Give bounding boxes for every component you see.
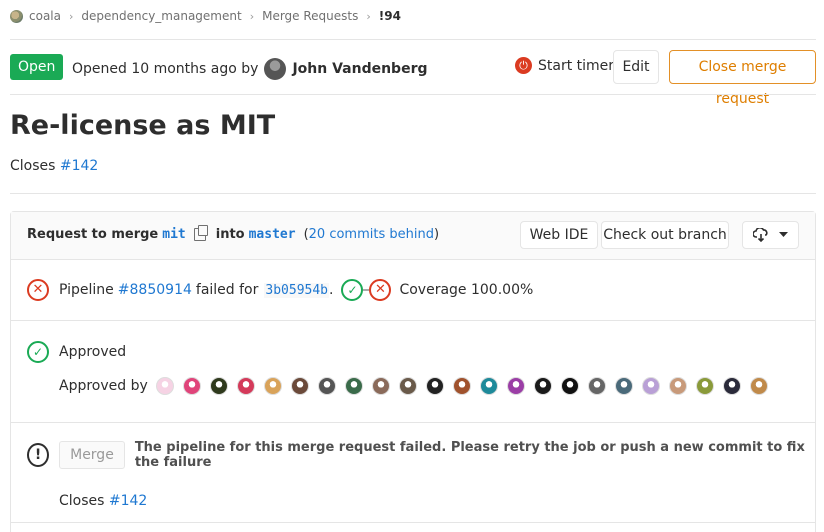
approver-avatar[interactable] <box>749 377 768 395</box>
stage-passed-icon[interactable]: ✓ <box>341 279 364 301</box>
coverage-text: Coverage 100.00% <box>399 282 534 298</box>
breadcrumb-separator: › <box>68 9 74 23</box>
source-branch[interactable]: mit <box>162 227 185 242</box>
approver-avatar[interactable] <box>425 377 444 395</box>
merge-blocked-message: The pipeline for this merge request fail… <box>134 440 805 470</box>
commits-behind-link[interactable]: 20 commits behind <box>309 227 434 242</box>
author-name[interactable]: John Vandenberg <box>292 61 427 77</box>
closes-prefix: Closes <box>59 493 105 509</box>
description: Closes #142 <box>10 158 98 174</box>
approver-avatar[interactable] <box>452 377 471 395</box>
approver-avatar[interactable] <box>371 377 390 395</box>
pipeline-row: ✕ Pipeline #8850914 failed for 3b05954b … <box>11 260 815 321</box>
pipeline-dot: . <box>329 282 334 298</box>
approver-avatar[interactable] <box>614 377 633 395</box>
approver-avatar[interactable] <box>722 377 741 395</box>
breadcrumb-separator: › <box>366 9 371 23</box>
closes-prefix: Closes <box>10 158 56 174</box>
approver-avatar[interactable] <box>290 377 309 395</box>
approver-avatar[interactable] <box>533 377 552 395</box>
approver-avatars <box>155 377 777 395</box>
warning-icon: ! <box>27 443 50 467</box>
divider <box>10 94 816 95</box>
approver-avatar[interactable] <box>506 377 525 395</box>
project-avatar-icon[interactable] <box>10 9 23 23</box>
approved-check-icon: ✓ <box>27 341 49 363</box>
merge-request-widget: Request to merge mit into master ( 20 co… <box>10 211 816 532</box>
breadcrumb-separator: › <box>249 9 255 23</box>
behind-close: ) <box>433 227 440 242</box>
approver-avatar[interactable] <box>182 377 201 395</box>
merge-row: ! Merge The pipeline for this merge requ… <box>11 423 815 523</box>
check-out-branch-button[interactable]: Check out branch <box>601 221 729 249</box>
approver-avatar[interactable] <box>641 377 660 395</box>
closes-issues: Closes #142 <box>59 493 147 509</box>
chevron-down-icon <box>779 232 788 237</box>
pipeline-failed-for: failed for <box>195 282 259 298</box>
approved-by-label: Approved by <box>59 378 148 394</box>
status-badge: Open <box>10 54 64 80</box>
approver-avatar[interactable] <box>560 377 579 395</box>
approved-by: Approved by <box>59 377 777 395</box>
approver-avatar[interactable] <box>236 377 255 395</box>
copy-icon[interactable] <box>193 225 208 241</box>
approver-avatar[interactable] <box>155 377 174 395</box>
close-merge-request-button[interactable]: Close merge request <box>669 50 816 107</box>
approval-row: ✓ Approved Approved by <box>11 321 815 423</box>
approver-avatar[interactable] <box>668 377 687 395</box>
opened-text: Opened 10 months ago by <box>72 61 259 77</box>
edit-button[interactable]: Edit <box>613 50 659 84</box>
issue-link[interactable]: #142 <box>60 158 98 174</box>
web-ide-button[interactable]: Web IDE <box>520 221 598 249</box>
approver-avatar[interactable] <box>587 377 606 395</box>
start-timer-button[interactable]: ⏻ Start timer <box>515 57 614 74</box>
cloud-download-icon <box>753 228 768 242</box>
breadcrumb-current[interactable]: !94 <box>379 9 401 23</box>
into-label: into <box>215 227 245 242</box>
target-branch[interactable]: master <box>249 227 296 242</box>
start-timer-label: Start timer <box>538 57 615 74</box>
approver-avatar[interactable] <box>344 377 363 395</box>
commit-sha-link[interactable]: 3b05954b <box>264 282 330 298</box>
approver-avatar[interactable] <box>209 377 228 395</box>
divider <box>10 193 816 194</box>
pipeline-status: ✕ Pipeline #8850914 failed for 3b05954b … <box>27 279 533 301</box>
pipeline-link[interactable]: #8850914 <box>118 282 192 298</box>
merge-button[interactable]: Merge <box>59 441 125 469</box>
approver-avatar[interactable] <box>479 377 498 395</box>
pipeline-prefix: Pipeline <box>59 282 114 298</box>
status-failed-icon[interactable]: ✕ <box>27 279 49 301</box>
merge-request-branches: Request to merge mit into master ( 20 co… <box>27 225 440 242</box>
request-to-merge-label: Request to merge <box>27 227 159 242</box>
widget-header: Request to merge mit into master ( 20 co… <box>11 212 815 260</box>
page-title: Re-license as MIT <box>10 110 276 141</box>
breadcrumb-merge-requests[interactable]: Merge Requests <box>262 9 358 23</box>
power-icon: ⏻ <box>515 57 532 74</box>
breadcrumb-group[interactable]: coala <box>29 9 61 23</box>
approver-avatar[interactable] <box>317 377 336 395</box>
breadcrumb-project[interactable]: dependency_management <box>81 9 241 23</box>
divider <box>10 39 816 40</box>
approved-label: Approved <box>59 344 127 360</box>
approver-avatar[interactable] <box>398 377 417 395</box>
stage-failed-icon[interactable]: ✕ <box>369 279 392 301</box>
pipeline-stages: ✓ ✕ <box>341 279 392 301</box>
author-avatar[interactable] <box>264 58 287 80</box>
approver-avatar[interactable] <box>263 377 282 395</box>
merge-status: ! Merge The pipeline for this merge requ… <box>27 440 815 470</box>
breadcrumb: coala › dependency_management › Merge Re… <box>10 6 401 26</box>
approval-status: ✓ Approved <box>27 341 126 363</box>
issue-link[interactable]: #142 <box>109 493 147 509</box>
approver-avatar[interactable] <box>695 377 714 395</box>
opened-info: Opened 10 months ago by John Vandenberg <box>72 58 428 80</box>
download-dropdown-button[interactable] <box>742 221 799 249</box>
